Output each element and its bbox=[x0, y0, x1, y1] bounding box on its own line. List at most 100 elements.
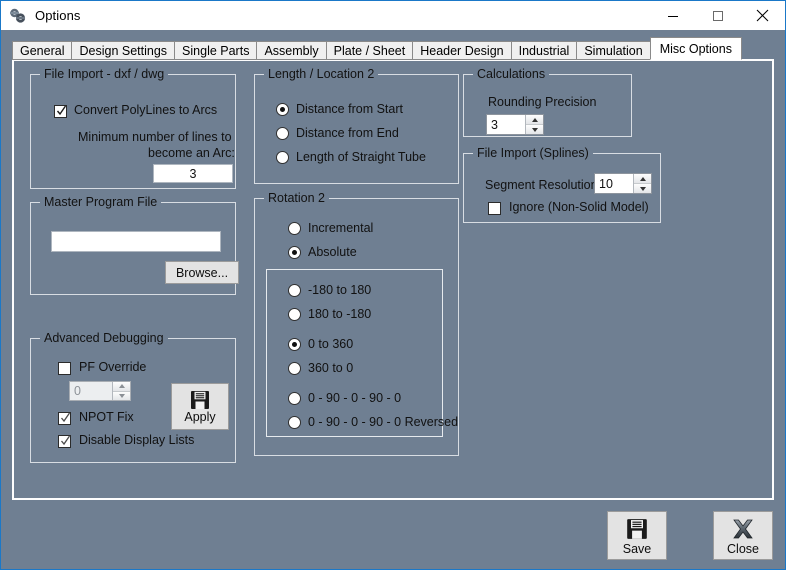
radio-distance-from-end[interactable] bbox=[276, 127, 289, 140]
npot-fix-checkbox[interactable] bbox=[58, 412, 71, 425]
label-length-of-straight-tube: Length of Straight Tube bbox=[296, 150, 426, 164]
save-button[interactable]: Save bbox=[607, 511, 667, 560]
group-length-location: Length / Location 2 Distance from Start … bbox=[254, 67, 459, 184]
tab-general[interactable]: General bbox=[12, 41, 72, 60]
rounding-precision-value: 3 bbox=[491, 117, 498, 132]
group-file-import-dxf: File Import - dxf / dwg Convert PolyLine… bbox=[30, 67, 236, 189]
check-mark-icon bbox=[60, 434, 71, 447]
tab-simulation[interactable]: Simulation bbox=[576, 41, 650, 60]
label-0-90-0-90-0-reversed: 0 - 90 - 0 - 90 - 0 Reversed bbox=[308, 415, 459, 429]
pf-override-label: PF Override bbox=[79, 360, 147, 374]
tab-header-design[interactable]: Header Design bbox=[412, 41, 511, 60]
min-lines-label-line2: become an Arc: bbox=[148, 146, 235, 160]
tab-industrial[interactable]: Industrial bbox=[510, 41, 577, 60]
group-title-master-program-file: Master Program File bbox=[40, 195, 162, 209]
spinner-up-icon[interactable] bbox=[526, 115, 543, 125]
segment-resolution-value: 10 bbox=[599, 176, 613, 191]
min-lines-input[interactable]: 3 bbox=[153, 164, 233, 183]
apply-button[interactable]: Apply bbox=[171, 383, 229, 430]
disable-display-lists-checkbox[interactable] bbox=[58, 435, 71, 448]
radio-incremental[interactable] bbox=[288, 222, 301, 235]
label-minus180-to-180: -180 to 180 bbox=[308, 283, 372, 297]
check-mark-icon bbox=[60, 411, 71, 424]
tab-assembly[interactable]: Assembly bbox=[256, 41, 326, 60]
npot-fix-label: NPOT Fix bbox=[79, 410, 134, 424]
master-program-path-input[interactable] bbox=[51, 231, 221, 252]
group-title-calculations: Calculations bbox=[473, 67, 550, 81]
rounding-precision-label: Rounding Precision bbox=[488, 95, 597, 109]
convert-polylines-checkbox[interactable] bbox=[54, 105, 67, 118]
label-180-to-minus180: 180 to -180 bbox=[308, 307, 372, 321]
label-360-to-0: 360 to 0 bbox=[308, 361, 354, 375]
group-title-length-location: Length / Location 2 bbox=[264, 67, 379, 81]
apply-button-label: Apply bbox=[184, 409, 216, 424]
save-button-label: Save bbox=[622, 541, 652, 556]
label-distance-from-start: Distance from Start bbox=[296, 102, 403, 116]
pf-override-spinner[interactable]: 0 bbox=[69, 381, 131, 401]
label-0-to-360: 0 to 360 bbox=[308, 337, 354, 351]
group-title-advanced-debugging: Advanced Debugging bbox=[40, 331, 168, 345]
misc-options-panel: File Import - dxf / dwg Convert PolyLine… bbox=[12, 59, 774, 500]
disable-display-lists-label: Disable Display Lists bbox=[79, 433, 195, 447]
segment-resolution-spinner[interactable]: 10 bbox=[594, 173, 652, 194]
radio-0-to-360[interactable] bbox=[288, 338, 301, 351]
radio-0-90-0-90-0[interactable] bbox=[288, 392, 301, 405]
radio-360-to-0[interactable] bbox=[288, 362, 301, 375]
segment-resolution-arrows[interactable] bbox=[633, 174, 651, 193]
label-incremental: Incremental bbox=[308, 221, 374, 235]
rounding-precision-spinner[interactable]: 3 bbox=[486, 114, 544, 135]
label-distance-from-end: Distance from End bbox=[296, 126, 399, 140]
group-file-import-splines: File Import (Splines) Segment Resolution… bbox=[463, 146, 661, 223]
group-master-program-file: Master Program File Browse... bbox=[30, 195, 239, 295]
radio-180-to-minus180[interactable] bbox=[288, 308, 301, 321]
pf-override-value: 0 bbox=[74, 384, 81, 398]
ignore-non-solid-checkbox[interactable] bbox=[488, 202, 501, 215]
app-gears-icon bbox=[9, 7, 27, 25]
close-cross-icon bbox=[730, 517, 756, 541]
pf-override-arrows[interactable] bbox=[112, 382, 130, 400]
radio-dot bbox=[292, 342, 297, 347]
group-rotation: Rotation 2 Incremental Absolute -180 to … bbox=[254, 191, 459, 456]
close-icon[interactable] bbox=[740, 1, 785, 30]
window-title: Options bbox=[35, 8, 81, 23]
radio-dot bbox=[280, 107, 285, 112]
title-bar: Options bbox=[1, 1, 785, 30]
tab-plate-sheet[interactable]: Plate / Sheet bbox=[325, 41, 413, 60]
close-button-label: Close bbox=[727, 541, 759, 556]
min-lines-label-line1: Minimum number of lines to bbox=[78, 130, 232, 144]
minimize-icon[interactable] bbox=[650, 1, 695, 30]
spinner-down-icon[interactable] bbox=[526, 125, 543, 134]
group-advanced-debugging: Advanced Debugging PF Override 0 NPOT Fi… bbox=[30, 331, 236, 463]
radio-distance-from-start[interactable] bbox=[276, 103, 289, 116]
radio-length-of-straight-tube[interactable] bbox=[276, 151, 289, 164]
options-window: Options General Design Settings Single P… bbox=[0, 0, 786, 570]
label-0-90-0-90-0: 0 - 90 - 0 - 90 - 0 bbox=[308, 391, 402, 405]
check-mark-icon bbox=[56, 104, 67, 117]
tab-strip: General Design Settings Single Parts Ass… bbox=[12, 37, 742, 60]
close-button[interactable]: Close bbox=[713, 511, 773, 560]
spinner-up-icon[interactable] bbox=[113, 382, 130, 392]
browse-button[interactable]: Browse... bbox=[165, 261, 239, 284]
rounding-precision-arrows[interactable] bbox=[525, 115, 543, 134]
spinner-down-icon[interactable] bbox=[113, 391, 130, 400]
label-absolute: Absolute bbox=[308, 245, 357, 259]
tab-design-settings[interactable]: Design Settings bbox=[71, 41, 175, 60]
spinner-up-icon[interactable] bbox=[634, 174, 651, 184]
convert-polylines-label: Convert PolyLines to Arcs bbox=[74, 103, 218, 117]
tab-single-parts[interactable]: Single Parts bbox=[174, 41, 257, 60]
radio-minus180-to-180[interactable] bbox=[288, 284, 301, 297]
spinner-down-icon[interactable] bbox=[634, 184, 651, 193]
maximize-icon[interactable] bbox=[695, 1, 740, 30]
group-rotation-range: -180 to 180 180 to -180 0 to 360 360 to … bbox=[266, 269, 458, 437]
save-disk-icon bbox=[625, 517, 649, 541]
group-title-rotation: Rotation 2 bbox=[264, 191, 329, 205]
save-disk-icon bbox=[189, 389, 211, 411]
tab-misc-options[interactable]: Misc Options bbox=[649, 37, 742, 60]
radio-0-90-0-90-0-reversed[interactable] bbox=[288, 416, 301, 429]
radio-dot bbox=[292, 250, 297, 255]
radio-absolute[interactable] bbox=[288, 246, 301, 259]
group-title-file-import-splines: File Import (Splines) bbox=[473, 146, 593, 160]
pf-override-checkbox[interactable] bbox=[58, 362, 71, 375]
window-controls bbox=[650, 1, 785, 30]
segment-resolution-label: Segment Resolution: bbox=[485, 178, 602, 192]
